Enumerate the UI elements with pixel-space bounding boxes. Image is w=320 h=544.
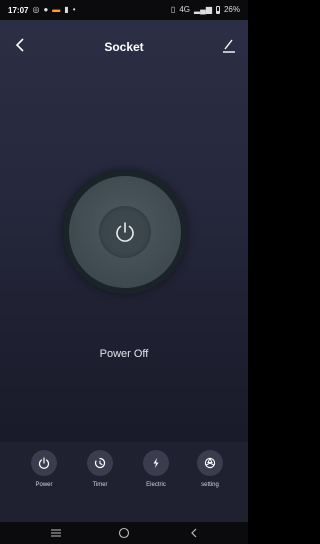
status-time: 17:07 [8, 5, 29, 15]
page-title: Socket [104, 40, 144, 54]
network-type: 4G [179, 5, 190, 14]
recent-apps-icon [51, 529, 61, 537]
system-nav-bar [0, 522, 248, 544]
timer-icon [94, 457, 106, 469]
edit-button[interactable] [220, 36, 238, 54]
edit-pencil-icon [223, 39, 235, 53]
action-setting-label: setting [201, 482, 219, 488]
action-power[interactable]: Power [20, 450, 68, 488]
power-status-text: Power Off [99, 348, 149, 360]
vibrate-icon: ▯ [170, 5, 176, 14]
status-right: ▯ 4G ▂▄▆ 26% [171, 6, 240, 14]
home-icon [118, 527, 130, 539]
action-bar: Power Timer Electric setting [0, 442, 248, 522]
action-timer-circle [87, 450, 113, 476]
action-setting-circle [197, 450, 223, 476]
electric-icon [153, 458, 159, 468]
back-nav-icon [191, 528, 197, 538]
action-electric[interactable]: Electric [132, 450, 180, 488]
power-icon [38, 457, 50, 469]
status-left: 17:07 ◎ ● ▬ ▮ • [8, 6, 76, 15]
action-timer-label: Timer [92, 482, 108, 488]
instagram-icon: ◎ [32, 5, 40, 14]
recent-apps-button[interactable] [46, 526, 66, 540]
signal-icon: ▂▄▆ [194, 5, 212, 14]
action-power-label: Power [35, 482, 53, 488]
power-dial [63, 170, 187, 294]
power-toggle-button[interactable] [99, 206, 151, 258]
power-dial-ring [69, 176, 181, 288]
power-icon [116, 222, 134, 242]
action-electric-circle [143, 450, 169, 476]
message-icon: ● [43, 5, 49, 14]
battery-icon [215, 6, 220, 14]
socket-screen: 17:07 ◎ ● ▬ ▮ • ▯ 4G ▂▄▆ 26% Socket Powe… [0, 0, 248, 544]
back-nav-button[interactable] [184, 526, 204, 540]
battery-percent: 26% [223, 5, 240, 14]
action-electric-label: Electric [146, 482, 166, 488]
more-notifications-icon: • [72, 5, 76, 14]
action-setting[interactable]: setting [186, 450, 234, 488]
home-button[interactable] [114, 526, 134, 540]
notification-app-icon: ▬ [52, 5, 61, 14]
action-timer[interactable]: Timer [76, 450, 124, 488]
settings-icon [204, 457, 216, 469]
action-power-circle [31, 450, 57, 476]
status-bar: 17:07 ◎ ● ▬ ▮ • ▯ 4G ▂▄▆ 26% [0, 0, 248, 20]
app-header: Socket [0, 30, 248, 60]
sim-icon: ▮ [64, 5, 69, 14]
